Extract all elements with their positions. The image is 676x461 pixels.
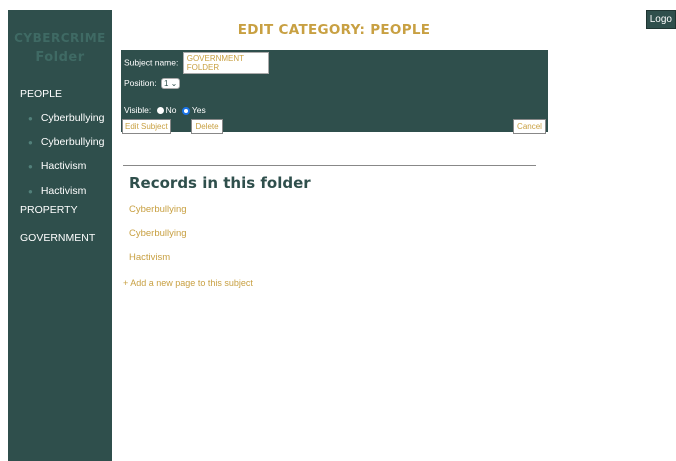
records-heading: Records in this folder [129,174,311,192]
position-select[interactable]: 1 ⌄ [160,78,181,89]
sidebar-subitem-label: Hactivism [40,185,87,197]
position-label: Position: [124,78,157,88]
position-row: Position: 1 ⌄ [124,78,181,89]
sidebar-subitem-label: Cyberbullying [40,136,105,148]
sidebar-subitem-2[interactable]: ● Cyberbullying [8,130,112,154]
delete-button[interactable]: Delete [191,119,223,134]
visible-no-label: No [165,105,177,115]
sidebar-subitem-4[interactable]: ● Hactivism [8,182,112,200]
position-value: 1 [163,79,169,88]
subject-name-row: Subject name: GOVERNMENT FOLDER [124,52,269,74]
bullet-icon: ● [28,187,33,196]
visible-label: Visible: [124,105,152,115]
brand-line1: CYBERCRIME [14,31,106,45]
cancel-button[interactable]: Cancel [513,119,546,134]
sidebar-item-government[interactable]: GOVERNMENT [8,226,112,250]
visible-yes-radio[interactable] [181,106,190,115]
visible-yes-label: Yes [191,105,206,115]
record-link-2[interactable]: Cyberbullying [129,228,187,239]
brand-logo: CYBERCRIME Folder [8,28,112,68]
chevron-down-icon: ⌄ [170,79,178,88]
add-page-link[interactable]: + Add a new page to this subject [123,278,253,288]
edit-subject-form: Subject name: GOVERNMENT FOLDER Position… [121,50,548,134]
sidebar-subitem-label: Cyberbullying [40,112,105,124]
sidebar: CYBERCRIME Folder PEOPLE ● Cyberbullying … [8,10,112,461]
sidebar-item-people[interactable]: PEOPLE [8,82,112,106]
sidebar-subitem-3[interactable]: ● Hactivism [8,154,112,178]
visible-no-radio[interactable] [156,107,164,115]
visible-row: Visible: No Yes [124,105,206,115]
subject-name-label: Subject name: [124,57,179,68]
brand-line2: Folder [35,50,85,65]
subject-name-input[interactable]: GOVERNMENT FOLDER [182,52,269,74]
sidebar-subitem-1[interactable]: ● Cyberbullying [8,106,112,130]
sidebar-item-property[interactable]: PROPERTY [8,200,112,220]
page-title: EDIT CATEGORY: PEOPLE [237,22,431,38]
divider [123,165,536,166]
record-link-3[interactable]: Hactivism [129,252,170,263]
edit-subject-button[interactable]: Edit Subject [122,119,171,134]
sidebar-subitem-label: Hactivism [40,160,87,172]
bullet-icon: ● [28,114,33,123]
record-link-1[interactable]: Cyberbullying [129,204,187,215]
logout-button[interactable]: Logo [645,10,676,29]
bullet-icon: ● [28,138,33,147]
bullet-icon: ● [28,162,33,171]
sidebar-nav: PEOPLE ● Cyberbullying ● Cyberbullying ● Ha… [8,82,112,250]
